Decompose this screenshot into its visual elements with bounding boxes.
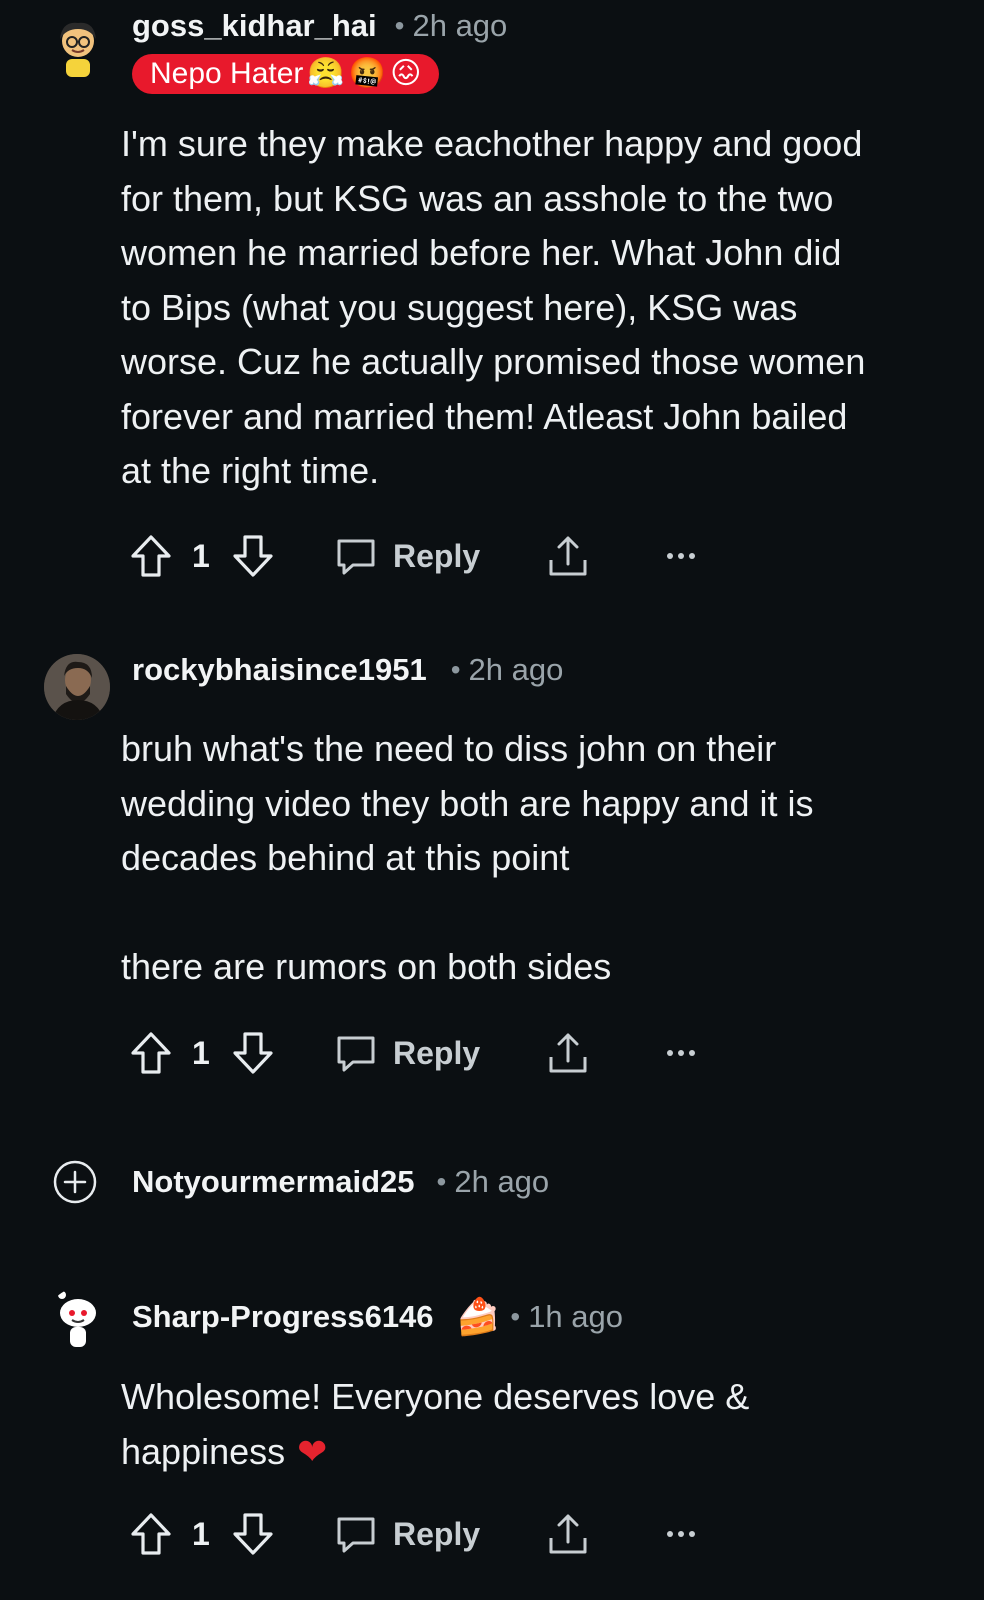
vote-count: 1 — [192, 1515, 210, 1552]
separator-dot: • — [436, 1166, 447, 1197]
timestamp: 2h ago — [454, 1164, 550, 1199]
downvote-button[interactable] — [232, 1029, 274, 1077]
comment-header: rockybhaisince1951 • 2h ago — [132, 652, 563, 688]
timestamp: 2h ago — [412, 8, 508, 43]
share-button[interactable] — [547, 1510, 589, 1558]
comment-body: I'm sure they make eachother happy and g… — [121, 123, 866, 491]
heart-emoji: ❤ — [297, 1430, 328, 1472]
comment-body: Wholesome! Everyone deserves love & happ… — [121, 1370, 921, 1479]
reply-button[interactable]: Reply — [335, 1510, 480, 1558]
more-options-button[interactable] — [666, 532, 696, 580]
avatar[interactable] — [44, 654, 110, 720]
downvote-icon — [233, 1032, 273, 1074]
expand-button[interactable] — [53, 1160, 97, 1204]
timestamp: 2h ago — [468, 652, 564, 687]
reply-label: Reply — [393, 1515, 481, 1552]
upvote-button[interactable] — [130, 1510, 172, 1558]
expand-icon — [53, 1160, 97, 1204]
upvote-icon — [131, 535, 171, 577]
downvote-icon — [233, 535, 273, 577]
username[interactable]: Notyourmermaid25 — [132, 1164, 415, 1200]
comment-icon — [337, 1517, 375, 1553]
flair-text: Nepo Hater — [150, 57, 304, 90]
username[interactable]: goss_kidhar_hai — [132, 8, 377, 44]
separator-dot: • — [394, 10, 405, 41]
share-button[interactable] — [547, 1029, 589, 1077]
comment-icon — [337, 1036, 375, 1072]
reply-button[interactable]: Reply — [335, 532, 480, 580]
separator-dot: • — [450, 654, 461, 685]
downvote-button[interactable] — [232, 532, 274, 580]
vote-count: 1 — [192, 537, 210, 574]
username[interactable]: Sharp-Progress6146 — [132, 1299, 434, 1335]
reply-label: Reply — [393, 537, 481, 574]
comment-body: bruh what's the need to diss john on the… — [121, 728, 814, 987]
comment-body-text: Wholesome! Everyone deserves love & happ… — [121, 1376, 750, 1472]
angry-face-icon: 😤 — [307, 57, 345, 90]
more-options-button[interactable] — [666, 1029, 696, 1077]
downvote-button[interactable] — [232, 1510, 274, 1558]
share-button[interactable] — [547, 532, 589, 580]
cake-emoji: 🍰 — [455, 1296, 501, 1337]
reply-label: Reply — [393, 1034, 481, 1071]
comment-header: Sharp-Progress6146 🍰 • 1h ago — [132, 1299, 623, 1335]
avatar[interactable] — [48, 18, 108, 78]
user-flair: Nepo Hater 😤 🤬 😖 — [132, 54, 440, 94]
comment-icon — [337, 539, 375, 575]
share-icon — [549, 536, 587, 576]
share-icon — [549, 1514, 587, 1554]
upvote-button[interactable] — [130, 532, 172, 580]
reply-button[interactable]: Reply — [335, 1029, 480, 1077]
comment-actions: 1 Reply — [130, 532, 730, 580]
more-icon — [667, 1050, 695, 1056]
upvote-icon — [131, 1513, 171, 1555]
share-icon — [549, 1033, 587, 1073]
timestamp: 1h ago — [528, 1299, 624, 1334]
separator-dot: • — [510, 1301, 521, 1332]
comment-actions: 1 Reply — [130, 1029, 730, 1077]
upvote-icon — [131, 1032, 171, 1074]
avatar[interactable] — [48, 1288, 108, 1348]
confounded-face-icon: 😖 — [390, 57, 422, 90]
comment-header: Notyourmermaid25 • 2h ago — [132, 1164, 549, 1200]
vote-count: 1 — [192, 1034, 210, 1071]
swearing-face-icon: 🤬 — [348, 57, 387, 90]
downvote-icon — [233, 1513, 273, 1555]
more-icon — [667, 1531, 695, 1537]
username[interactable]: rockybhaisince1951 — [132, 652, 427, 688]
comment-actions: 1 Reply — [130, 1510, 730, 1558]
more-options-button[interactable] — [666, 1510, 696, 1558]
more-icon — [667, 553, 695, 559]
comment-header: goss_kidhar_hai • 2h ago — [132, 8, 507, 44]
upvote-button[interactable] — [130, 1029, 172, 1077]
